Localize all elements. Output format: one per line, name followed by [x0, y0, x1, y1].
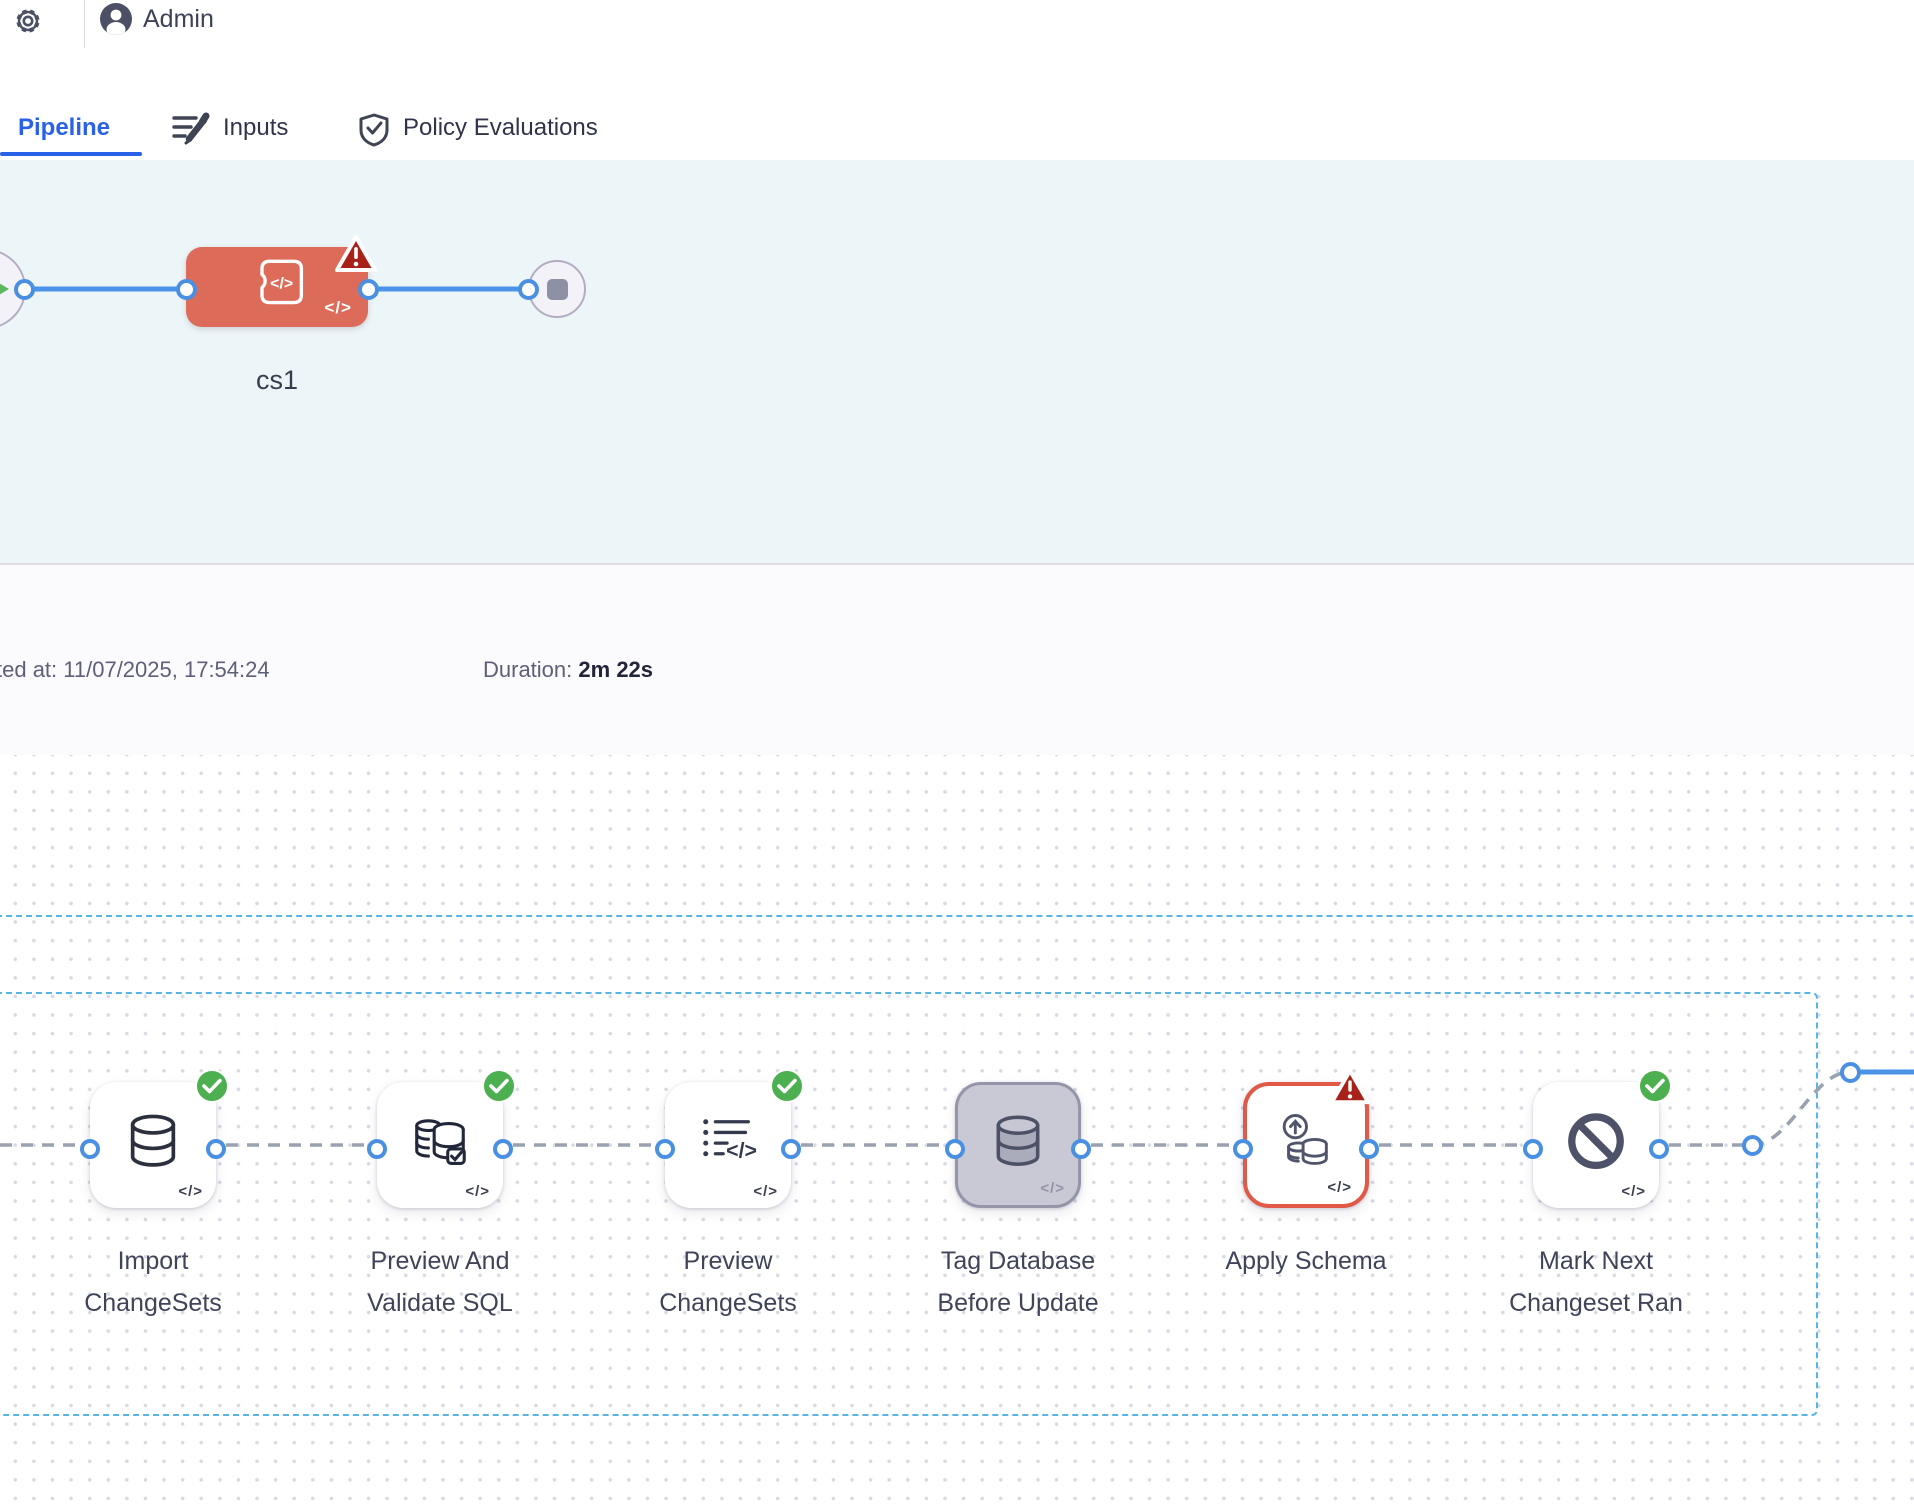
step-label: Mark Next Changeset Ran	[1436, 1240, 1756, 1324]
stop-icon	[547, 279, 568, 300]
tab-pipeline[interactable]: Pipeline	[18, 114, 110, 142]
code-glyph: </>	[178, 1183, 203, 1200]
inputs-icon	[171, 112, 211, 151]
success-badge	[482, 1069, 516, 1103]
connector-dot[interactable]	[1742, 1135, 1763, 1156]
step-label: Import ChangeSets	[0, 1240, 313, 1324]
connector-dot[interactable]	[1359, 1139, 1379, 1159]
connector-dot[interactable]	[176, 279, 197, 300]
execution-status-bar: ted at: 11/07/2025, 17:54:24 Duration: 2…	[0, 563, 1914, 758]
header-bar: Admin	[0, 0, 1914, 75]
duration-text: Duration: 2m 22s	[483, 657, 653, 683]
connector-dot[interactable]	[14, 279, 35, 300]
user-name[interactable]: Admin	[143, 5, 214, 34]
stage-error-badge	[334, 234, 378, 279]
play-icon	[0, 280, 9, 298]
stage-name[interactable]: cs1	[186, 365, 368, 396]
execution-graph-canvas[interactable]: </> Import ChangeSets	[0, 755, 1914, 1506]
success-badge	[195, 1069, 229, 1103]
connector-dot[interactable]	[80, 1139, 100, 1159]
connector-dot[interactable]	[1071, 1139, 1091, 1159]
connector-dot[interactable]	[1523, 1139, 1543, 1159]
connector-dot[interactable]	[945, 1139, 965, 1159]
connector-dot[interactable]	[493, 1139, 513, 1159]
stage-connectors	[0, 160, 1914, 563]
tab-policy-evaluations[interactable]: Policy Evaluations	[357, 114, 598, 142]
connector-dot[interactable]	[518, 279, 539, 300]
connector-dot[interactable]	[1840, 1062, 1861, 1083]
database-check-icon	[409, 1110, 471, 1177]
step-label: Preview ChangeSets	[568, 1240, 888, 1324]
connector-dot[interactable]	[1233, 1139, 1253, 1159]
database-icon	[122, 1110, 184, 1177]
gear-icon[interactable]	[10, 3, 46, 44]
started-at-text: ted at: 11/07/2025, 17:54:24	[0, 657, 270, 683]
tab-inputs[interactable]: Inputs	[171, 114, 288, 142]
stage-graph-canvas[interactable]: </> </> cs1	[0, 160, 1914, 563]
pipeline-execution-page: Admin Pipeline Inputs	[0, 0, 1914, 1506]
custom-stage-icon: </>	[247, 252, 307, 317]
success-badge	[770, 1069, 804, 1103]
step-label: Preview And Validate SQL	[280, 1240, 600, 1324]
code-glyph: </>	[465, 1183, 490, 1200]
step-label: Tag Database Before Update	[858, 1240, 1178, 1324]
step-node-import-changesets[interactable]: </>	[90, 1082, 216, 1208]
step-node-preview-and-validate-sql[interactable]: </>	[377, 1082, 503, 1208]
step-node-preview-changesets[interactable]: </> </>	[665, 1082, 791, 1208]
active-tab-underline	[0, 152, 142, 156]
duration-value: 2m 22s	[578, 657, 653, 682]
ban-icon	[1565, 1110, 1627, 1177]
shield-check-icon	[357, 112, 391, 153]
code-glyph: </>	[1327, 1179, 1352, 1196]
step-node-tag-database-before-update[interactable]: </>	[955, 1082, 1081, 1208]
stage-node-cs1[interactable]: </> </>	[186, 247, 368, 327]
tab-bar: Pipeline Inputs Policy Evaluati	[0, 74, 1914, 160]
step-node-mark-next-changeset-ran[interactable]: </>	[1533, 1082, 1659, 1208]
header-divider	[84, 0, 85, 48]
user-avatar-icon[interactable]	[99, 2, 133, 41]
connector-dot[interactable]	[1649, 1139, 1669, 1159]
success-badge	[1638, 1069, 1672, 1103]
database-filled-icon	[988, 1111, 1048, 1176]
error-badge	[1329, 1068, 1371, 1111]
svg-text:</>: </>	[726, 1139, 757, 1163]
code-glyph: </>	[1040, 1180, 1065, 1197]
connector-dot[interactable]	[206, 1139, 226, 1159]
step-label: Apply Schema	[1146, 1240, 1466, 1282]
code-glyph: </>	[1621, 1183, 1646, 1200]
connector-dot[interactable]	[358, 279, 379, 300]
connector-dot[interactable]	[367, 1139, 387, 1159]
svg-text:</>: </>	[270, 275, 293, 292]
database-upload-icon	[1275, 1110, 1337, 1177]
code-glyph: </>	[753, 1183, 778, 1200]
connector-dot[interactable]	[655, 1139, 675, 1159]
step-node-apply-schema[interactable]: </>	[1243, 1082, 1369, 1208]
connector-dot[interactable]	[781, 1139, 801, 1159]
checklist-code-icon: </>	[697, 1110, 759, 1177]
code-glyph: </>	[324, 298, 352, 318]
